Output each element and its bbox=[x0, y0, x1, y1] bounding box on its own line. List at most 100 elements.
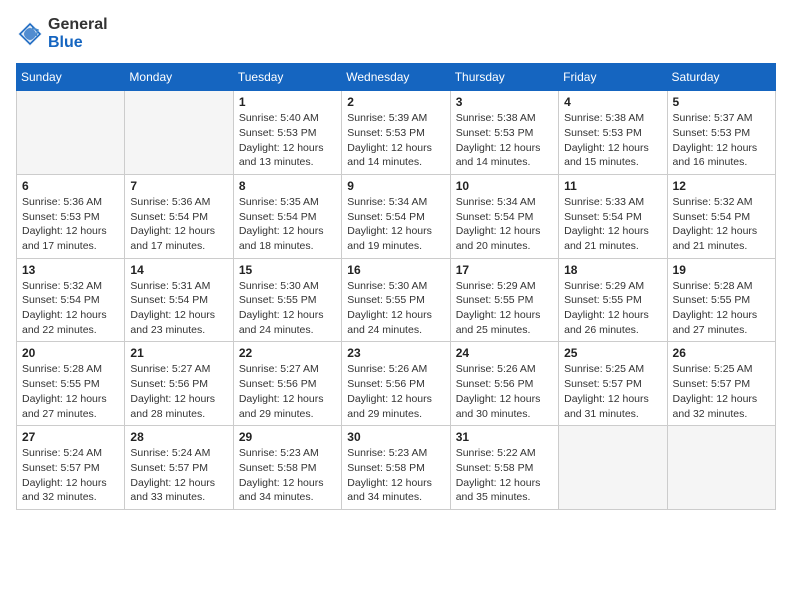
day-info: Sunrise: 5:35 AM Sunset: 5:54 PM Dayligh… bbox=[239, 195, 336, 254]
day-number: 8 bbox=[239, 179, 336, 193]
day-info: Sunrise: 5:30 AM Sunset: 5:55 PM Dayligh… bbox=[347, 279, 444, 338]
calendar-cell: 21 Sunrise: 5:27 AM Sunset: 5:56 PM Dayli… bbox=[125, 342, 233, 426]
calendar-cell bbox=[667, 426, 775, 510]
day-number: 15 bbox=[239, 263, 336, 277]
day-number: 4 bbox=[564, 95, 661, 109]
day-info: Sunrise: 5:40 AM Sunset: 5:53 PM Dayligh… bbox=[239, 111, 336, 170]
calendar-cell: 26Sunrise: 5:25 AM Sunset: 5:57 PM Dayli… bbox=[667, 342, 775, 426]
day-info: Sunrise: 5:22 AM Sunset: 5:58 PM Dayligh… bbox=[456, 446, 553, 505]
calendar-cell: 28 Sunrise: 5:24 AM Sunset: 5:57 PM Dayli… bbox=[125, 426, 233, 510]
day-info: Sunrise: 5:34 AM Sunset: 5:54 PM Dayligh… bbox=[456, 195, 553, 254]
calendar-cell: 31 Sunrise: 5:22 AM Sunset: 5:58 PM Dayli… bbox=[450, 426, 558, 510]
day-number: 31 bbox=[456, 430, 553, 444]
day-info: Sunrise: 5:34 AM Sunset: 5:54 PM Dayligh… bbox=[347, 195, 444, 254]
day-info: Sunrise: 5:29 AM Sunset: 5:55 PM Dayligh… bbox=[456, 279, 553, 338]
day-number: 13 bbox=[22, 263, 119, 277]
day-info: Sunrise: 5:39 AM Sunset: 5:53 PM Dayligh… bbox=[347, 111, 444, 170]
calendar-cell: 3Sunrise: 5:38 AM Sunset: 5:53 PM Daylig… bbox=[450, 91, 558, 175]
calendar-cell bbox=[125, 91, 233, 175]
day-info: Sunrise: 5:28 AM Sunset: 5:55 PM Dayligh… bbox=[673, 279, 770, 338]
day-number: 11 bbox=[564, 179, 661, 193]
day-number: 30 bbox=[347, 430, 444, 444]
calendar-cell: 1 Sunrise: 5:40 AM Sunset: 5:53 PM Daylig… bbox=[233, 91, 341, 175]
day-info: Sunrise: 5:29 AM Sunset: 5:55 PM Dayligh… bbox=[564, 279, 661, 338]
calendar-cell: 9 Sunrise: 5:34 AM Sunset: 5:54 PM Daylig… bbox=[342, 174, 450, 258]
calendar-cell: 13 Sunrise: 5:32 AM Sunset: 5:54 PM Dayli… bbox=[17, 258, 125, 342]
calendar-cell: 24Sunrise: 5:26 AM Sunset: 5:56 PM Dayli… bbox=[450, 342, 558, 426]
day-number: 23 bbox=[347, 346, 444, 360]
day-number: 10 bbox=[456, 179, 553, 193]
day-info: Sunrise: 5:23 AM Sunset: 5:58 PM Dayligh… bbox=[239, 446, 336, 505]
weekday-header-sunday: Sunday bbox=[17, 64, 125, 91]
weekday-header-wednesday: Wednesday bbox=[342, 64, 450, 91]
calendar-cell: 12 Sunrise: 5:32 AM Sunset: 5:54 PM Dayli… bbox=[667, 174, 775, 258]
week-row-4: 20Sunrise: 5:28 AM Sunset: 5:55 PM Dayli… bbox=[17, 342, 776, 426]
day-info: Sunrise: 5:27 AM Sunset: 5:56 PM Dayligh… bbox=[239, 362, 336, 421]
day-number: 1 bbox=[239, 95, 336, 109]
week-row-2: 6 Sunrise: 5:36 AM Sunset: 5:53 PM Daylig… bbox=[17, 174, 776, 258]
day-number: 5 bbox=[673, 95, 770, 109]
day-info: Sunrise: 5:36 AM Sunset: 5:53 PM Dayligh… bbox=[22, 195, 119, 254]
calendar-cell: 23 Sunrise: 5:26 AM Sunset: 5:56 PM Dayli… bbox=[342, 342, 450, 426]
day-number: 21 bbox=[130, 346, 227, 360]
weekday-header-row: SundayMondayTuesdayWednesdayThursdayFrid… bbox=[17, 64, 776, 91]
calendar-cell: 11 Sunrise: 5:33 AM Sunset: 5:54 PM Dayli… bbox=[559, 174, 667, 258]
week-row-5: 27 Sunrise: 5:24 AM Sunset: 5:57 PM Dayli… bbox=[17, 426, 776, 510]
day-number: 2 bbox=[347, 95, 444, 109]
weekday-header-tuesday: Tuesday bbox=[233, 64, 341, 91]
day-number: 22 bbox=[239, 346, 336, 360]
calendar-cell bbox=[17, 91, 125, 175]
calendar-cell: 19Sunrise: 5:28 AM Sunset: 5:55 PM Dayli… bbox=[667, 258, 775, 342]
calendar-cell: 8 Sunrise: 5:35 AM Sunset: 5:54 PM Daylig… bbox=[233, 174, 341, 258]
weekday-header-monday: Monday bbox=[125, 64, 233, 91]
day-info: Sunrise: 5:26 AM Sunset: 5:56 PM Dayligh… bbox=[347, 362, 444, 421]
page-header: General Blue bbox=[16, 16, 776, 51]
day-info: Sunrise: 5:38 AM Sunset: 5:53 PM Dayligh… bbox=[564, 111, 661, 170]
day-number: 27 bbox=[22, 430, 119, 444]
day-info: Sunrise: 5:26 AM Sunset: 5:56 PM Dayligh… bbox=[456, 362, 553, 421]
calendar-table: SundayMondayTuesdayWednesdayThursdayFrid… bbox=[16, 63, 776, 510]
day-info: Sunrise: 5:32 AM Sunset: 5:54 PM Dayligh… bbox=[673, 195, 770, 254]
calendar-cell: 10 Sunrise: 5:34 AM Sunset: 5:54 PM Dayli… bbox=[450, 174, 558, 258]
calendar-cell: 17Sunrise: 5:29 AM Sunset: 5:55 PM Dayli… bbox=[450, 258, 558, 342]
logo-text: General Blue bbox=[48, 16, 108, 51]
day-number: 29 bbox=[239, 430, 336, 444]
day-number: 26 bbox=[673, 346, 770, 360]
calendar-cell: 5 Sunrise: 5:37 AM Sunset: 5:53 PM Daylig… bbox=[667, 91, 775, 175]
calendar-cell: 7 Sunrise: 5:36 AM Sunset: 5:54 PM Daylig… bbox=[125, 174, 233, 258]
day-number: 25 bbox=[564, 346, 661, 360]
day-info: Sunrise: 5:24 AM Sunset: 5:57 PM Dayligh… bbox=[130, 446, 227, 505]
day-number: 7 bbox=[130, 179, 227, 193]
weekday-header-friday: Friday bbox=[559, 64, 667, 91]
day-number: 20 bbox=[22, 346, 119, 360]
day-number: 9 bbox=[347, 179, 444, 193]
day-info: Sunrise: 5:38 AM Sunset: 5:53 PM Dayligh… bbox=[456, 111, 553, 170]
day-info: Sunrise: 5:37 AM Sunset: 5:53 PM Dayligh… bbox=[673, 111, 770, 170]
calendar-cell: 16 Sunrise: 5:30 AM Sunset: 5:55 PM Dayli… bbox=[342, 258, 450, 342]
calendar-cell: 30Sunrise: 5:23 AM Sunset: 5:58 PM Dayli… bbox=[342, 426, 450, 510]
calendar-cell: 20Sunrise: 5:28 AM Sunset: 5:55 PM Dayli… bbox=[17, 342, 125, 426]
day-number: 28 bbox=[130, 430, 227, 444]
day-info: Sunrise: 5:32 AM Sunset: 5:54 PM Dayligh… bbox=[22, 279, 119, 338]
day-info: Sunrise: 5:27 AM Sunset: 5:56 PM Dayligh… bbox=[130, 362, 227, 421]
logo: General Blue bbox=[16, 16, 108, 51]
calendar-cell: 29 Sunrise: 5:23 AM Sunset: 5:58 PM Dayli… bbox=[233, 426, 341, 510]
calendar-cell: 22 Sunrise: 5:27 AM Sunset: 5:56 PM Dayli… bbox=[233, 342, 341, 426]
weekday-header-thursday: Thursday bbox=[450, 64, 558, 91]
day-number: 12 bbox=[673, 179, 770, 193]
day-info: Sunrise: 5:33 AM Sunset: 5:54 PM Dayligh… bbox=[564, 195, 661, 254]
weekday-header-saturday: Saturday bbox=[667, 64, 775, 91]
day-number: 6 bbox=[22, 179, 119, 193]
day-info: Sunrise: 5:25 AM Sunset: 5:57 PM Dayligh… bbox=[564, 362, 661, 421]
calendar-cell: 14Sunrise: 5:31 AM Sunset: 5:54 PM Dayli… bbox=[125, 258, 233, 342]
week-row-1: 1 Sunrise: 5:40 AM Sunset: 5:53 PM Daylig… bbox=[17, 91, 776, 175]
calendar-cell: 2 Sunrise: 5:39 AM Sunset: 5:53 PM Daylig… bbox=[342, 91, 450, 175]
calendar-cell: 25 Sunrise: 5:25 AM Sunset: 5:57 PM Dayli… bbox=[559, 342, 667, 426]
day-info: Sunrise: 5:36 AM Sunset: 5:54 PM Dayligh… bbox=[130, 195, 227, 254]
day-info: Sunrise: 5:31 AM Sunset: 5:54 PM Dayligh… bbox=[130, 279, 227, 338]
day-number: 16 bbox=[347, 263, 444, 277]
day-number: 18 bbox=[564, 263, 661, 277]
week-row-3: 13 Sunrise: 5:32 AM Sunset: 5:54 PM Dayli… bbox=[17, 258, 776, 342]
logo-icon bbox=[16, 20, 44, 48]
calendar-cell: 27Sunrise: 5:24 AM Sunset: 5:57 PM Dayli… bbox=[17, 426, 125, 510]
